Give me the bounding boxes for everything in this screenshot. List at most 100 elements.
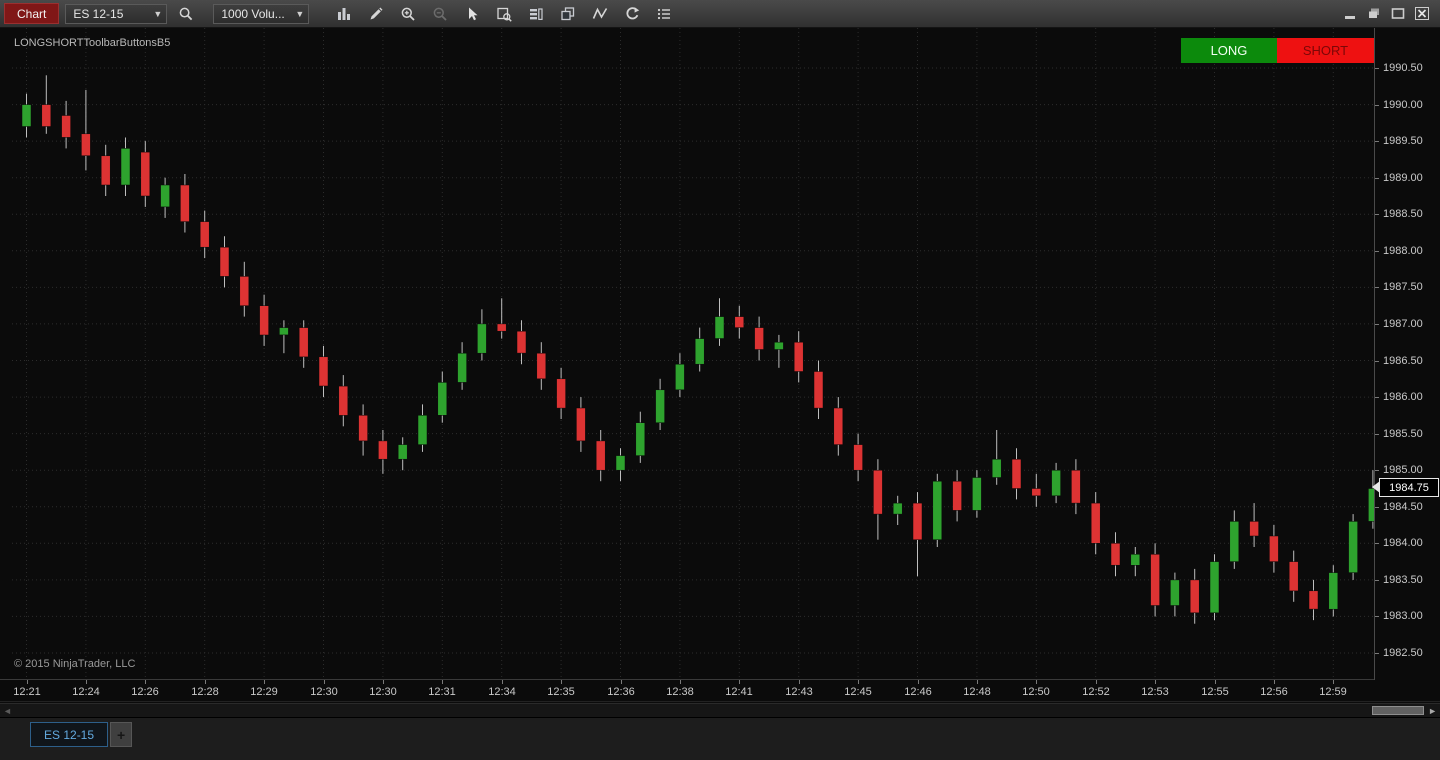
short-button[interactable]: SHORT [1277,38,1374,63]
time-axis-label: 12:59 [1319,686,1347,698]
reload-icon [624,6,640,22]
chart-menu-button[interactable]: Chart [4,3,60,24]
price-axis-label: 1985.50 [1383,428,1423,440]
strategy-label: LONGSHORTToolbarButtonsB5 [14,37,171,49]
drawing-tools-button[interactable] [363,3,389,25]
cursor-icon [464,6,480,22]
interval-select-value: 1000 Volu... [221,6,285,21]
time-axis-label: 12:38 [666,686,694,698]
time-axis-label: 12:41 [725,686,753,698]
time-axis-label: 12:36 [607,686,635,698]
price-axis-tick [1375,361,1379,362]
time-axis-tick [1215,680,1216,684]
time-axis-label: 12:26 [131,686,159,698]
price-axis-label: 1986.50 [1383,355,1423,367]
time-axis-label: 12:45 [844,686,872,698]
time-axis-tick [680,680,681,684]
price-axis-tick [1375,214,1379,215]
price-axis-label: 1984.50 [1383,501,1423,513]
price-axis[interactable]: 1984.75 1990.50 1990.00 1989.50 1989.00 1988… [1372,28,1440,680]
time-axis-label: 12:52 [1082,686,1110,698]
chart-panel[interactable]: LONGSHORTToolbarButtonsB5 LONG SHORT 198… [0,28,1440,680]
reload-button[interactable] [619,3,645,25]
strategies-button[interactable] [555,3,581,25]
price-axis-tick [1375,653,1379,654]
horizontal-scrollbar[interactable]: ◄ ► [0,703,1440,717]
time-axis-tick [145,680,146,684]
properties-button[interactable] [651,3,677,25]
time-axis[interactable]: 12:21 12:24 12:26 12:28 12:29 12:30 12:30 12:31… [0,680,1440,702]
time-axis-label: 12:48 [963,686,991,698]
instrument-select-value: ES 12-15 [73,6,124,21]
price-axis-label: 1988.50 [1383,208,1423,220]
time-axis-tick [86,680,87,684]
instrument-search-button[interactable] [173,3,199,25]
maximize-button[interactable] [1388,6,1408,22]
price-axis-tick [1375,397,1379,398]
chart-window: Chart ES 12-15 ▼ 1000 Volu... ▼ LONGSHOR… [0,0,1440,760]
time-axis-label: 12:34 [488,686,516,698]
time-axis-tick [1333,680,1334,684]
tab-bar: ES 12-15 + [0,717,1440,760]
search-icon [178,6,194,22]
chart-trader-button[interactable] [523,3,549,25]
time-axis-tick [264,680,265,684]
data-box-button[interactable] [491,3,517,25]
zoom-in-button[interactable] [395,3,421,25]
pencil-icon [368,6,384,22]
time-axis-tick [27,680,28,684]
price-axis-tick [1375,287,1379,288]
price-axis-label: 1986.00 [1383,391,1423,403]
copyright-label: © 2015 NinjaTrader, LLC [14,658,136,670]
indicators-button[interactable] [587,3,613,25]
marker-arrow-icon [1372,481,1380,493]
price-axis-tick [1375,251,1379,252]
price-axis-label: 1989.00 [1383,172,1423,184]
price-axis-tick [1375,141,1379,142]
scroll-right-button[interactable]: ► [1428,705,1437,717]
restore-button[interactable] [1364,6,1384,22]
instrument-select[interactable]: ES 12-15 ▼ [65,3,168,24]
pointer-button[interactable] [459,3,485,25]
add-tab-button[interactable]: + [110,722,133,747]
price-axis-label: 1987.50 [1383,281,1423,293]
scrollbar-thumb[interactable] [1372,706,1424,715]
time-axis-tick [739,680,740,684]
time-axis-tick [205,680,206,684]
zoom-out-button[interactable] [427,3,453,25]
list-icon [656,6,672,22]
tab-es-12-15[interactable]: ES 12-15 [30,722,109,747]
long-button[interactable]: LONG [1181,38,1277,63]
time-axis-label: 12:35 [547,686,575,698]
price-axis-tick [1375,324,1379,325]
time-axis-label: 12:30 [369,686,397,698]
time-axis-label: 12:55 [1201,686,1229,698]
time-axis-tick [1036,680,1037,684]
time-axis-tick [799,680,800,684]
time-axis-label: 12:46 [904,686,932,698]
price-axis-tick [1375,105,1379,106]
time-axis-tick [1274,680,1275,684]
chart-style-button[interactable] [331,3,357,25]
time-axis-tick [383,680,384,684]
window-controls [1340,6,1436,22]
price-axis-tick [1375,580,1379,581]
time-axis-tick [1155,680,1156,684]
chart-trader-icon [528,6,544,22]
time-axis-label: 12:29 [250,686,278,698]
time-axis-tick [561,680,562,684]
interval-select[interactable]: 1000 Volu... ▼ [213,3,310,24]
price-axis-tick [1375,434,1379,435]
time-axis-label: 12:56 [1260,686,1288,698]
time-axis-label: 12:30 [310,686,338,698]
close-button[interactable] [1412,6,1432,22]
candlestick-plot[interactable] [12,28,1374,680]
price-axis-tick [1375,543,1379,544]
price-axis-tick [1375,68,1379,69]
scroll-left-button[interactable]: ◄ [3,705,12,717]
price-axis-tick [1375,616,1379,617]
time-axis-tick [621,680,622,684]
time-axis-label: 12:31 [428,686,456,698]
price-axis-label: 1982.50 [1383,647,1423,659]
minimize-button[interactable] [1340,6,1360,22]
